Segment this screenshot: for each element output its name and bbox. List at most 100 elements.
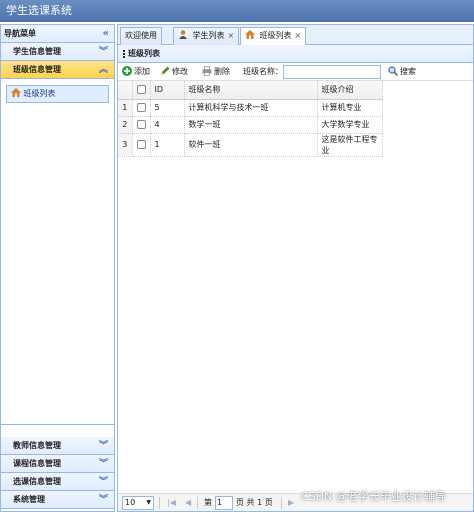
cell-name: 计算机科学与技术一班	[184, 99, 318, 117]
accordion-teacher-info[interactable]: 教师信息管理 ︾	[1, 437, 114, 455]
tab-student-list[interactable]: 学生列表 ×	[173, 27, 240, 45]
pencil-icon	[161, 66, 170, 75]
nav-header: 导航菜单 «	[1, 25, 114, 43]
page-prefix: 第	[204, 498, 212, 507]
class-table: ID 班级名称 班级介绍 1 5 计算机科学与技术一班 计算机专业 2 4 数学…	[118, 81, 383, 157]
chevron-double-down-icon: ︾	[98, 477, 108, 487]
row-number: 2	[118, 116, 133, 134]
grip-icon	[123, 50, 125, 58]
cell-intro: 这是软件工程专业	[317, 133, 383, 157]
app-title: 学生选课系统	[0, 0, 474, 22]
accordion-label: 选课信息管理	[13, 477, 61, 486]
watermark: CSDN @老学长毕业设计辅导	[301, 490, 446, 503]
tab-label: 学生列表	[192, 31, 225, 40]
chevron-double-up-icon: ︽	[98, 65, 108, 75]
prev-page-icon[interactable]: ◀	[185, 494, 191, 512]
home-icon	[245, 30, 255, 39]
bottom-accordions: 教师信息管理 ︾ 课程信息管理 ︾ 选课信息管理 ︾ 系统管理 ︾	[1, 437, 114, 509]
panel-title-text: 班级列表	[128, 49, 160, 58]
row-checkbox[interactable]	[136, 103, 146, 112]
dropdown-arrow-icon: ▼	[146, 499, 151, 506]
printer-icon	[202, 66, 212, 76]
row-number: 1	[118, 99, 133, 117]
main-panel: 欢迎使用 学生列表 × 班级列表 × 班级列表 添加 修改 删除 班级名称： 搜索	[117, 24, 474, 512]
page-size-select[interactable]: 10 ▼	[122, 496, 154, 510]
row-select-cell	[132, 133, 151, 157]
table-row[interactable]: 3 1 软件一班 这是软件工程专业	[118, 133, 383, 157]
select-all-cell	[132, 81, 151, 100]
panel-title: 班级列表	[118, 45, 473, 63]
row-checkbox[interactable]	[136, 120, 146, 129]
cell-name: 软件一班	[184, 133, 318, 157]
page-number-input[interactable]: 1	[215, 496, 233, 510]
table-row[interactable]: 1 5 计算机科学与技术一班 计算机专业	[118, 99, 383, 117]
accordion-label: 系统管理	[13, 495, 45, 504]
accordion-label: 课程信息管理	[13, 459, 61, 468]
row-select-cell	[132, 99, 151, 117]
select-all-checkbox[interactable]	[136, 85, 146, 95]
accordion-class-info[interactable]: 班级信息管理 ︽	[1, 61, 114, 79]
table-row[interactable]: 2 4 数学一班 大学数学专业	[118, 116, 383, 134]
nav-link-label: 班级列表	[23, 89, 56, 98]
search-button[interactable]: 搜索	[388, 63, 416, 81]
pager-separator	[281, 497, 282, 509]
pager-separator	[197, 497, 198, 509]
cell-id: 5	[150, 99, 185, 117]
accordion-label: 学生信息管理	[13, 47, 61, 56]
edit-label: 修改	[172, 67, 188, 76]
nav-link-class-list[interactable]: 班级列表	[6, 85, 109, 103]
cell-id: 4	[150, 116, 185, 134]
column-header-name[interactable]: 班级名称	[184, 81, 318, 100]
page-size-value: 10	[125, 498, 136, 507]
tab-strip: 欢迎使用 学生列表 × 班级列表 ×	[118, 25, 473, 46]
next-page-icon[interactable]: ▶	[288, 494, 294, 512]
chevron-double-down-icon: ︾	[98, 459, 108, 469]
column-header-id[interactable]: ID	[150, 81, 185, 100]
chevron-double-down-icon: ︾	[98, 47, 108, 57]
user-icon	[179, 30, 187, 39]
tab-class-list[interactable]: 班级列表 ×	[240, 27, 307, 46]
cell-name: 数学一班	[184, 116, 318, 134]
accordion-label: 班级信息管理	[13, 65, 61, 74]
class-name-search-input[interactable]	[283, 65, 381, 79]
collapse-left-icon[interactable]: «	[103, 25, 109, 43]
nav-panel: 导航菜单 « 学生信息管理 ︾ 班级信息管理 ︽ 班级列表 教师信息管理 ︾ 课…	[0, 24, 115, 512]
add-label: 添加	[134, 67, 150, 76]
row-number: 3	[118, 133, 133, 157]
row-number-header	[118, 81, 133, 100]
delete-label: 删除	[214, 67, 230, 76]
nav-title: 导航菜单	[4, 29, 36, 38]
chevron-double-down-icon: ︾	[98, 441, 108, 451]
accordion-class-body: 班级列表	[1, 79, 114, 425]
accordion-course-info[interactable]: 课程信息管理 ︾	[1, 455, 114, 473]
class-grid: ID 班级名称 班级介绍 1 5 计算机科学与技术一班 计算机专业 2 4 数学…	[118, 81, 473, 481]
accordion-label: 教师信息管理	[13, 441, 61, 450]
cell-intro: 计算机专业	[317, 99, 383, 117]
cell-id: 1	[150, 133, 185, 157]
pager-separator	[159, 497, 160, 509]
chevron-double-down-icon: ︾	[98, 495, 108, 505]
search-label: 班级名称：	[243, 67, 283, 76]
add-icon	[122, 66, 132, 76]
search-icon	[388, 66, 398, 76]
row-select-cell	[132, 116, 151, 134]
close-icon[interactable]: ×	[228, 31, 235, 40]
toolbar: 添加 修改 删除 班级名称： 搜索	[118, 63, 473, 81]
tab-label: 欢迎使用	[125, 31, 157, 40]
page-total-text: 页 共 1 页	[236, 498, 273, 507]
column-header-intro[interactable]: 班级介绍	[317, 81, 383, 100]
close-icon[interactable]: ×	[295, 31, 302, 40]
edit-button[interactable]: 修改	[160, 63, 188, 81]
tab-welcome[interactable]: 欢迎使用	[120, 27, 162, 45]
table-header-row: ID 班级名称 班级介绍	[118, 81, 383, 100]
accordion-student-info[interactable]: 学生信息管理 ︾	[1, 43, 114, 61]
accordion-selection-info[interactable]: 选课信息管理 ︾	[1, 473, 114, 491]
accordion-system[interactable]: 系统管理 ︾	[1, 491, 114, 509]
first-page-icon[interactable]: |◀	[167, 494, 176, 512]
cell-intro: 大学数学专业	[317, 116, 383, 134]
search-button-label: 搜索	[400, 67, 416, 76]
tab-label: 班级列表	[259, 31, 292, 40]
delete-button[interactable]: 删除	[202, 63, 230, 81]
add-button[interactable]: 添加	[122, 63, 150, 81]
row-checkbox[interactable]	[136, 140, 146, 149]
